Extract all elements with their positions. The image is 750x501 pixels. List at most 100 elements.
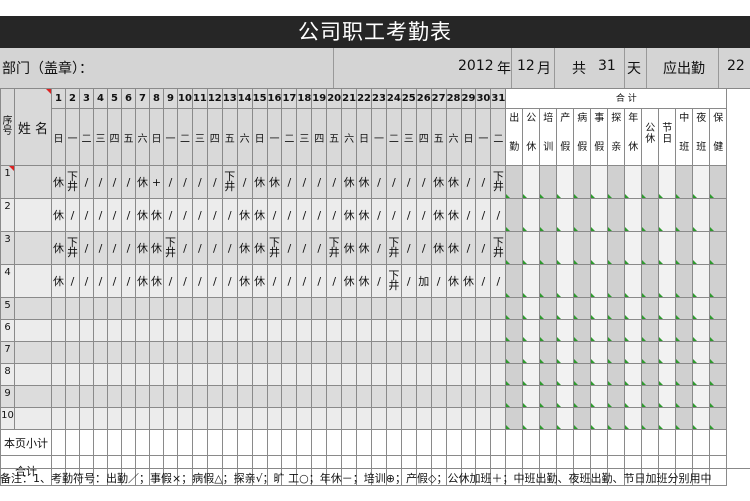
day-cell[interactable]: 休 bbox=[51, 231, 66, 265]
summary-cell[interactable] bbox=[692, 319, 711, 342]
summary-cell[interactable] bbox=[692, 297, 711, 320]
day-cell[interactable] bbox=[206, 297, 223, 320]
subtotal-summary-cell[interactable] bbox=[709, 429, 728, 456]
day-cell[interactable] bbox=[475, 407, 492, 430]
subtotal-summary-cell[interactable] bbox=[590, 429, 609, 456]
day-cell[interactable] bbox=[281, 407, 298, 430]
day-cell[interactable] bbox=[51, 363, 66, 386]
day-cell[interactable]: 休 bbox=[236, 198, 253, 232]
day-cell[interactable] bbox=[135, 407, 150, 430]
day-cell[interactable] bbox=[460, 407, 477, 430]
day-cell[interactable] bbox=[326, 385, 343, 408]
day-cell[interactable]: + bbox=[149, 165, 164, 199]
day-cell[interactable] bbox=[221, 319, 238, 342]
summary-cell[interactable] bbox=[573, 198, 592, 232]
summary-cell[interactable] bbox=[590, 198, 609, 232]
day-cell[interactable] bbox=[370, 341, 387, 364]
day-cell[interactable]: 休 bbox=[341, 231, 358, 265]
day-cell[interactable] bbox=[177, 319, 193, 342]
day-cell[interactable] bbox=[490, 319, 507, 342]
summary-cell[interactable] bbox=[692, 264, 711, 298]
subtotal-cell[interactable] bbox=[445, 429, 462, 456]
summary-cell[interactable] bbox=[522, 297, 541, 320]
day-cell[interactable]: 休 bbox=[430, 165, 447, 199]
day-cell[interactable]: / bbox=[221, 198, 238, 232]
day-cell[interactable] bbox=[460, 319, 477, 342]
subtotal-cell[interactable] bbox=[341, 429, 358, 456]
day-cell[interactable] bbox=[281, 385, 298, 408]
day-cell[interactable] bbox=[415, 363, 432, 386]
summary-cell[interactable] bbox=[590, 363, 609, 386]
day-cell[interactable] bbox=[163, 385, 178, 408]
day-cell[interactable]: 休 bbox=[445, 165, 462, 199]
day-cell[interactable]: 下井 bbox=[65, 231, 80, 265]
summary-cell[interactable] bbox=[658, 363, 677, 386]
row-name[interactable] bbox=[14, 385, 52, 408]
summary-cell[interactable] bbox=[590, 231, 609, 265]
day-cell[interactable] bbox=[251, 363, 268, 386]
day-cell[interactable] bbox=[93, 363, 108, 386]
summary-cell[interactable] bbox=[505, 264, 524, 298]
day-cell[interactable] bbox=[191, 297, 208, 320]
day-cell[interactable]: 休 bbox=[251, 231, 268, 265]
day-cell[interactable]: / bbox=[415, 198, 432, 232]
row-name[interactable] bbox=[14, 264, 52, 298]
summary-cell[interactable] bbox=[522, 231, 541, 265]
day-cell[interactable] bbox=[341, 319, 358, 342]
day-cell[interactable]: / bbox=[163, 198, 178, 232]
day-cell[interactable] bbox=[206, 319, 223, 342]
summary-cell[interactable] bbox=[556, 341, 575, 364]
summary-cell[interactable] bbox=[539, 198, 558, 232]
day-cell[interactable]: / bbox=[296, 198, 313, 232]
day-cell[interactable] bbox=[385, 297, 402, 320]
summary-cell[interactable] bbox=[692, 231, 711, 265]
summary-cell[interactable] bbox=[573, 319, 592, 342]
day-cell[interactable] bbox=[121, 385, 136, 408]
summary-cell[interactable] bbox=[573, 297, 592, 320]
summary-cell[interactable] bbox=[658, 341, 677, 364]
day-cell[interactable] bbox=[65, 407, 80, 430]
day-cell[interactable]: / bbox=[163, 264, 178, 298]
day-cell[interactable]: / bbox=[475, 198, 492, 232]
year-value[interactable]: 2012 bbox=[458, 58, 494, 74]
summary-cell[interactable] bbox=[556, 264, 575, 298]
summary-cell[interactable] bbox=[624, 165, 643, 199]
day-cell[interactable]: 下井 bbox=[385, 231, 402, 265]
summary-cell[interactable] bbox=[522, 407, 541, 430]
day-cell[interactable]: / bbox=[370, 165, 387, 199]
day-cell[interactable] bbox=[430, 407, 447, 430]
day-cell[interactable] bbox=[415, 297, 432, 320]
day-cell[interactable]: / bbox=[281, 165, 298, 199]
summary-cell[interactable] bbox=[573, 341, 592, 364]
day-cell[interactable] bbox=[490, 341, 507, 364]
subtotal-cell[interactable] bbox=[296, 429, 313, 456]
day-cell[interactable]: 休 bbox=[135, 198, 150, 232]
summary-cell[interactable] bbox=[709, 165, 728, 199]
subtotal-cell[interactable] bbox=[370, 429, 387, 456]
summary-cell[interactable] bbox=[590, 264, 609, 298]
summary-cell[interactable] bbox=[607, 165, 626, 199]
day-cell[interactable] bbox=[311, 363, 328, 386]
day-cell[interactable] bbox=[385, 341, 402, 364]
day-cell[interactable] bbox=[221, 297, 238, 320]
subtotal-cell[interactable] bbox=[475, 429, 492, 456]
summary-cell[interactable] bbox=[539, 231, 558, 265]
day-cell[interactable]: 休 bbox=[341, 198, 358, 232]
subtotal-cell[interactable] bbox=[51, 429, 66, 456]
summary-cell[interactable] bbox=[607, 319, 626, 342]
summary-cell[interactable] bbox=[675, 165, 694, 199]
day-cell[interactable] bbox=[79, 297, 94, 320]
day-cell[interactable]: / bbox=[460, 231, 477, 265]
summary-cell[interactable] bbox=[590, 407, 609, 430]
day-cell[interactable] bbox=[51, 407, 66, 430]
day-cell[interactable]: / bbox=[296, 231, 313, 265]
summary-cell[interactable] bbox=[692, 385, 711, 408]
day-cell[interactable] bbox=[430, 297, 447, 320]
summary-cell[interactable] bbox=[522, 264, 541, 298]
subtotal-cell[interactable] bbox=[107, 429, 122, 456]
day-cell[interactable] bbox=[281, 319, 298, 342]
row-name[interactable] bbox=[14, 231, 52, 265]
day-cell[interactable] bbox=[149, 363, 164, 386]
day-cell[interactable] bbox=[135, 385, 150, 408]
summary-cell[interactable] bbox=[607, 264, 626, 298]
